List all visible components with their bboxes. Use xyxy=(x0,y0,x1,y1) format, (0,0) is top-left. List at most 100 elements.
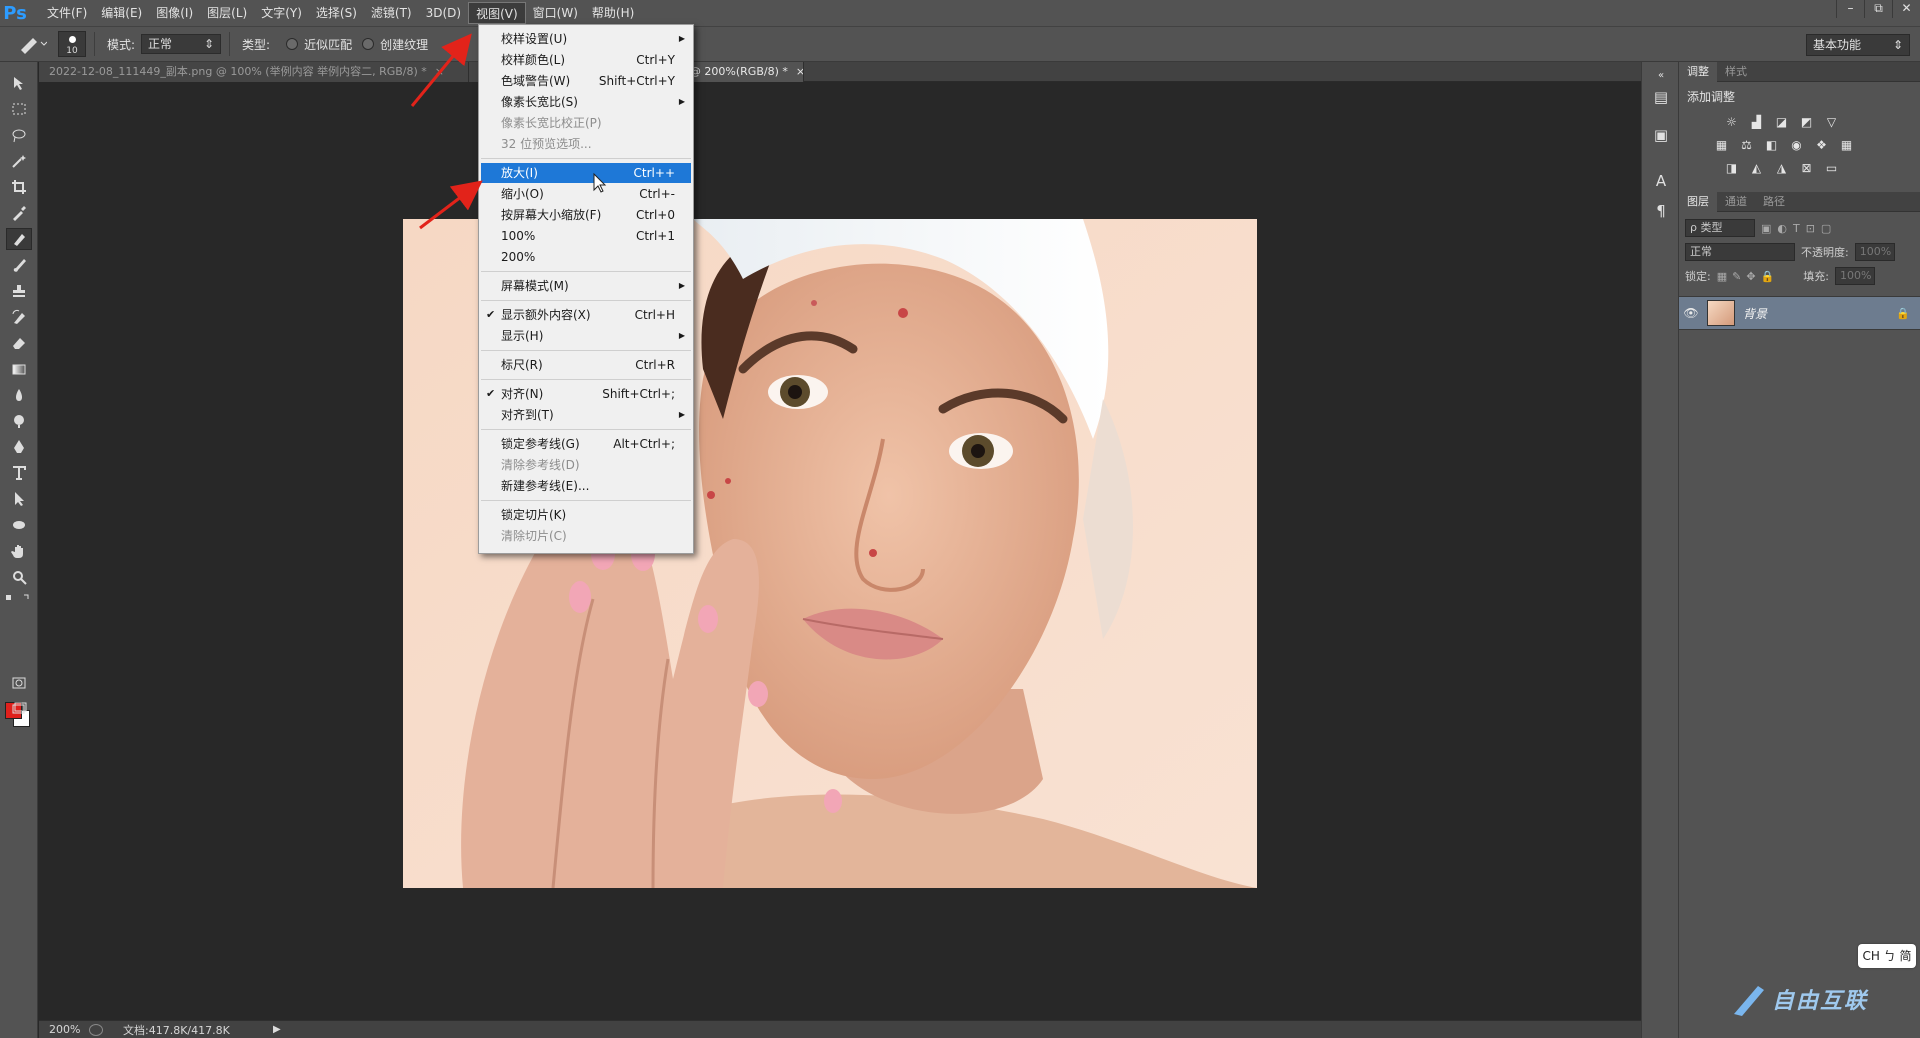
vibrance-icon[interactable]: ▽ xyxy=(1823,115,1840,130)
brush-size-picker[interactable]: 10 xyxy=(58,31,86,57)
magic-wand-icon[interactable] xyxy=(6,150,32,172)
view-menu-item-8[interactable]: 按屏幕大小缩放(F) Ctrl+0 xyxy=(481,205,691,225)
selective-color-icon[interactable]: ⊠ xyxy=(1798,161,1815,176)
zoom-level[interactable]: 200% xyxy=(39,1023,89,1036)
menu-item-7[interactable]: 3D(D) xyxy=(419,2,468,24)
blur-tool-icon[interactable] xyxy=(6,384,32,406)
view-menu-item-19[interactable]: 新建参考线(E)... xyxy=(481,476,691,496)
menu-item-8[interactable]: 视图(V) xyxy=(468,2,526,24)
ellipse-tool-icon[interactable] xyxy=(6,514,32,536)
gradient-tool-icon[interactable] xyxy=(6,358,32,380)
view-menu-item-6[interactable]: 放大(I) Ctrl++ xyxy=(481,163,691,183)
mode-select[interactable]: 正常 ⇕ xyxy=(141,34,222,54)
tab-channels[interactable]: 通道 xyxy=(1717,192,1755,212)
tab-close-icon[interactable]: × xyxy=(435,65,444,78)
color-balance-icon[interactable]: ⚖ xyxy=(1738,138,1755,153)
collapse-arrows-icon[interactable]: « xyxy=(1651,70,1671,90)
type-tool-icon[interactable] xyxy=(6,462,32,484)
canvas-area[interactable] xyxy=(39,82,1641,1020)
view-menu-item-2[interactable]: 色域警告(W) Shift+Ctrl+Y xyxy=(481,71,691,91)
history-brush-icon[interactable] xyxy=(6,306,32,328)
gradient-map-icon[interactable]: ▭ xyxy=(1823,161,1840,176)
view-menu-item-12[interactable]: ✔ 显示额外内容(X) Ctrl+H xyxy=(481,305,691,325)
filter-icons[interactable]: ▣◐T⊡▢ xyxy=(1761,222,1837,235)
status-menu-arrow-icon[interactable]: ▶ xyxy=(273,1024,281,1035)
history-panel-icon[interactable]: ▤ xyxy=(1651,88,1671,108)
menu-item-1[interactable]: 编辑(E) xyxy=(94,2,149,24)
photo-filter-icon[interactable]: ◉ xyxy=(1788,138,1805,153)
path-selection-icon[interactable] xyxy=(6,488,32,510)
tool-preset-picker[interactable] xyxy=(12,31,52,57)
menu-item-10[interactable]: 帮助(H) xyxy=(585,2,641,24)
fill-input[interactable]: 100% xyxy=(1834,267,1875,285)
view-menu-item-0[interactable]: 校样设置(U) ▶ xyxy=(481,29,691,49)
view-menu-item-16[interactable]: 对齐到(T) ▶ xyxy=(481,405,691,425)
menu-item-5[interactable]: 选择(S) xyxy=(309,2,364,24)
tab-close-icon[interactable]: × xyxy=(796,65,803,78)
pen-tool-icon[interactable] xyxy=(6,436,32,458)
view-menu-item-10[interactable]: 200% xyxy=(481,247,691,267)
brush-tool-icon[interactable] xyxy=(6,254,32,276)
menu-item-9[interactable]: 窗口(W) xyxy=(526,2,585,24)
tab-paths[interactable]: 路径 xyxy=(1755,192,1793,212)
quick-mask-icon[interactable] xyxy=(6,672,32,694)
hue-saturation-icon[interactable]: ▦ xyxy=(1713,138,1730,153)
view-menu-item-7[interactable]: 缩小(O) Ctrl+- xyxy=(481,184,691,204)
levels-icon[interactable]: ▟ xyxy=(1748,115,1765,130)
character-panel-icon[interactable]: A xyxy=(1651,172,1671,192)
channel-mixer-icon[interactable]: ❖ xyxy=(1813,138,1830,153)
brightness-icon[interactable]: ☼ xyxy=(1723,115,1740,130)
move-tool-icon[interactable] xyxy=(6,72,32,94)
view-menu-item-1[interactable]: 校样颜色(L) Ctrl+Y xyxy=(481,50,691,70)
crop-tool-icon[interactable] xyxy=(6,176,32,198)
curves-icon[interactable]: ◪ xyxy=(1773,115,1790,130)
layer-row-background[interactable]: 👁 背景 🔒 xyxy=(1679,296,1920,330)
tab-adjustments[interactable]: 调整 xyxy=(1679,62,1717,82)
zoom-tool-icon[interactable] xyxy=(6,566,32,588)
proximity-match-radio[interactable] xyxy=(286,38,299,50)
workspace-select[interactable]: 基本功能 ⇕ xyxy=(1806,34,1910,56)
create-texture-radio[interactable] xyxy=(362,38,375,50)
hand-tool-icon[interactable] xyxy=(6,540,32,562)
menu-item-2[interactable]: 图像(I) xyxy=(149,2,200,24)
close-button[interactable]: ✕ xyxy=(1892,0,1920,18)
tab-layers[interactable]: 图层 xyxy=(1679,192,1717,212)
blend-mode-select[interactable]: 正常 xyxy=(1685,243,1795,261)
properties-panel-icon[interactable]: ▣ xyxy=(1651,126,1671,146)
restore-button[interactable]: ⧉ xyxy=(1864,0,1892,18)
layer-filter-select[interactable]: ρ 类型 xyxy=(1685,219,1755,237)
view-menu-item-17[interactable]: 锁定参考线(G) Alt+Ctrl+; xyxy=(481,434,691,454)
threshold-icon[interactable]: ◮ xyxy=(1773,161,1790,176)
screen-mode-icon[interactable] xyxy=(6,698,32,720)
view-menu-item-11[interactable]: 屏幕模式(M) ▶ xyxy=(481,276,691,296)
eyedropper-icon[interactable] xyxy=(6,202,32,224)
ime-indicator[interactable]: CH ㄅ 简 xyxy=(1858,944,1916,968)
exposure-icon[interactable]: ◩ xyxy=(1798,115,1815,130)
menu-item-6[interactable]: 滤镜(T) xyxy=(364,2,419,24)
visibility-eye-icon[interactable]: 👁 xyxy=(1679,306,1703,320)
black-white-icon[interactable]: ◧ xyxy=(1763,138,1780,153)
invert-icon[interactable]: ◨ xyxy=(1723,161,1740,176)
view-menu-item-13[interactable]: 显示(H) ▶ xyxy=(481,326,691,346)
view-menu-item-15[interactable]: ✔ 对齐(N) Shift+Ctrl+; xyxy=(481,384,691,404)
swap-colors-icon[interactable] xyxy=(4,592,34,602)
paragraph-panel-icon[interactable]: ¶ xyxy=(1651,202,1671,222)
lock-icons[interactable]: ▦✎✥🔒 xyxy=(1717,270,1780,283)
menu-item-4[interactable]: 文字(Y) xyxy=(254,2,309,24)
view-menu-item-14[interactable]: 标尺(R) Ctrl+R xyxy=(481,355,691,375)
view-menu-item-3[interactable]: 像素长宽比(S) ▶ xyxy=(481,92,691,112)
opacity-input[interactable]: 100% xyxy=(1854,243,1895,261)
eraser-icon[interactable] xyxy=(6,332,32,354)
dodge-tool-icon[interactable] xyxy=(6,410,32,432)
minimize-button[interactable]: – xyxy=(1836,0,1864,18)
menu-item-3[interactable]: 图层(L) xyxy=(200,2,254,24)
posterize-icon[interactable]: ◭ xyxy=(1748,161,1765,176)
document-tab[interactable]: 2022-12-08_111449_副本.png @ 100% (举例内容 举例… xyxy=(39,62,469,82)
clone-stamp-icon[interactable] xyxy=(6,280,32,302)
tab-styles[interactable]: 样式 xyxy=(1717,62,1755,82)
lasso-tool-icon[interactable] xyxy=(6,124,32,146)
view-menu-item-9[interactable]: 100% Ctrl+1 xyxy=(481,226,691,246)
color-lookup-icon[interactable]: ▦ xyxy=(1838,138,1855,153)
marquee-tool-icon[interactable] xyxy=(6,98,32,120)
spot-healing-brush-icon[interactable] xyxy=(6,228,32,250)
